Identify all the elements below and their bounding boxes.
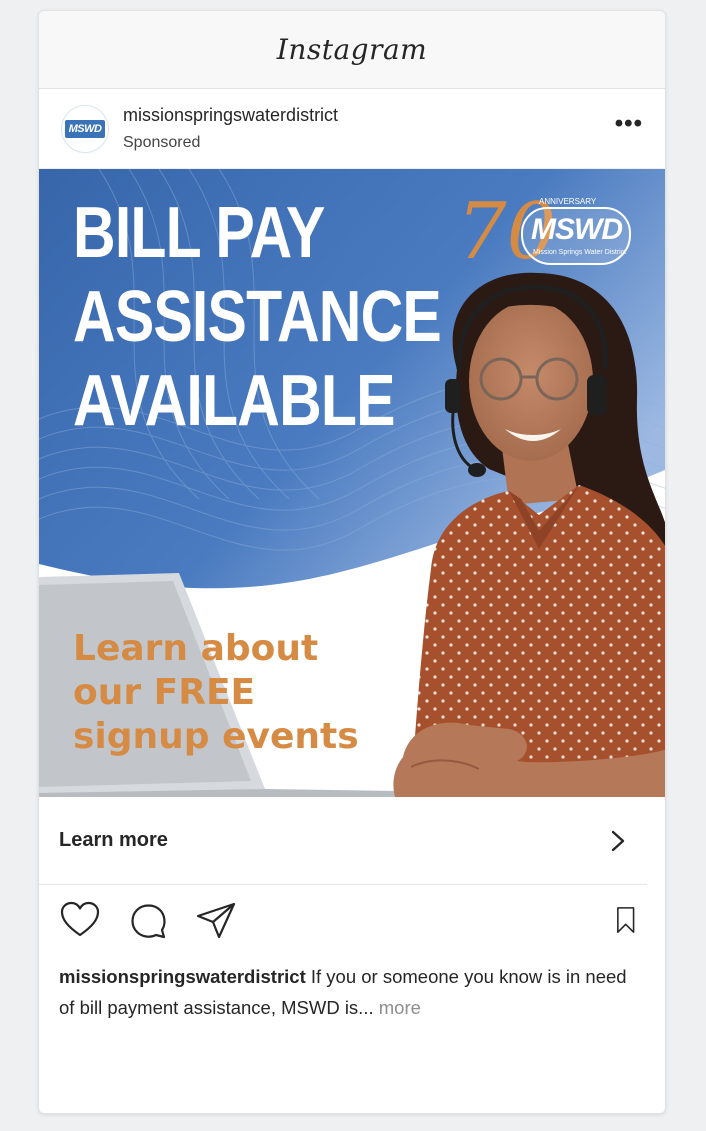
heart-icon[interactable]	[59, 899, 101, 941]
app-header: Instagram	[39, 11, 665, 89]
ad-headline: BILL PAY ASSISTANCE AVAILABLE	[73, 191, 442, 443]
learn-more-button[interactable]: Learn more	[39, 797, 647, 885]
bookmark-icon[interactable]	[615, 900, 645, 940]
avatar[interactable]: MSWD	[61, 104, 109, 153]
headline-line: ASSISTANCE	[73, 277, 442, 357]
sponsored-label: Sponsored	[123, 133, 201, 151]
post-author: missionspringswaterdistrict Sponsored	[123, 104, 615, 154]
promo-line: our FREE	[73, 672, 256, 713]
post-header: MSWD missionspringswaterdistrict Sponsor…	[39, 89, 665, 169]
learn-more-label: Learn more	[59, 829, 168, 851]
avatar-logo-text: MSWD	[64, 119, 106, 138]
chevron-right-icon	[611, 830, 625, 851]
ad-image[interactable]: BILL PAY ASSISTANCE AVAILABLE Learn abou…	[39, 169, 665, 797]
caption-more-link[interactable]: more	[379, 997, 421, 1018]
headline-line: AVAILABLE	[73, 361, 396, 441]
logo-subtitle: Mission Springs Water District	[533, 249, 627, 256]
headline-line: BILL PAY	[73, 193, 325, 273]
promo-line: Learn about	[73, 628, 319, 669]
post-username[interactable]: missionspringswaterdistrict	[123, 104, 615, 126]
instagram-post-frame: Instagram MSWD missionspringswaterdistri…	[38, 10, 666, 1114]
post-caption: missionspringswaterdistrict If you or so…	[39, 955, 665, 1023]
logo-anniversary: ANNIVERSARY	[539, 197, 597, 206]
more-options-icon[interactable]: •••	[615, 111, 643, 146]
mswd-anniversary-logo: 70 ANNIVERSARY MSWD Mission Springs Wate…	[457, 187, 647, 277]
caption-username[interactable]: missionspringswaterdistrict	[59, 966, 306, 987]
app-title[interactable]: Instagram	[277, 33, 427, 66]
logo-name: MSWD	[531, 213, 623, 246]
promo-line: signup events	[73, 716, 359, 757]
post-actions	[39, 885, 665, 955]
comment-icon[interactable]	[127, 899, 169, 941]
ad-promo-text: Learn about our FREE signup events	[73, 627, 359, 759]
share-icon[interactable]	[195, 899, 237, 941]
